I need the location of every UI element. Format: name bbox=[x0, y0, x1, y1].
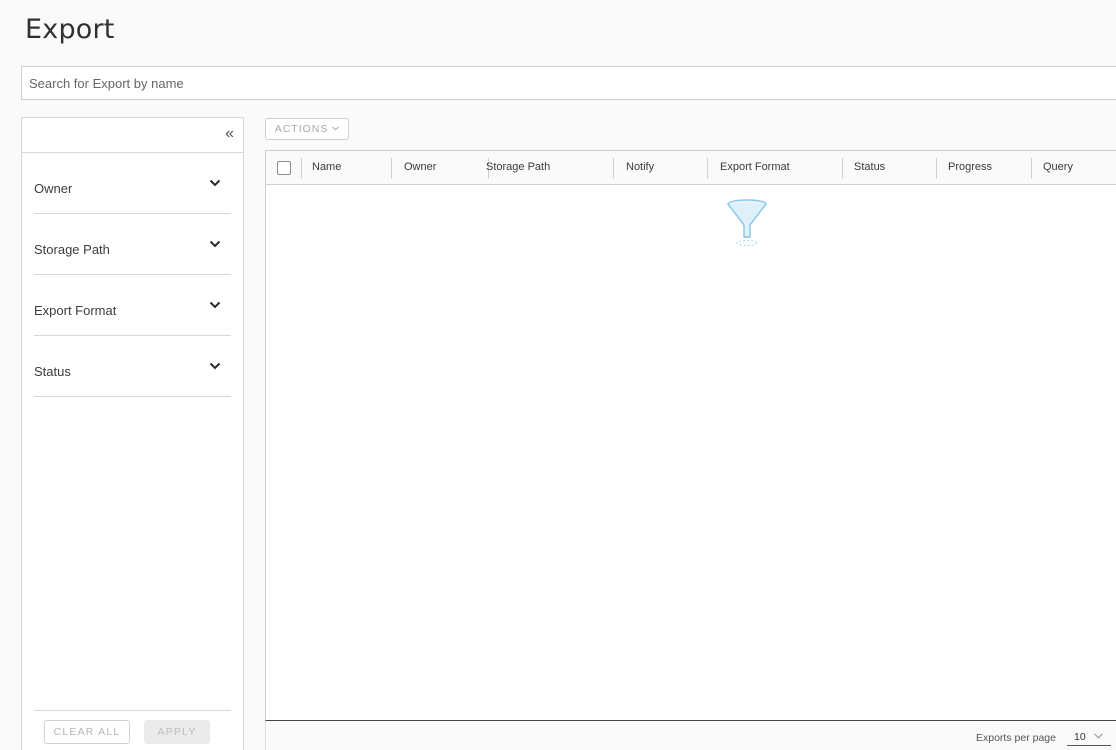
column-separator bbox=[1031, 158, 1032, 179]
column-header-owner[interactable]: Owner bbox=[394, 151, 436, 185]
per-page-value: 10 bbox=[1074, 731, 1086, 743]
column-header-name[interactable]: Name bbox=[302, 151, 341, 185]
column-separator bbox=[707, 158, 708, 179]
chevron-down-icon bbox=[209, 179, 221, 187]
grid-footer: Exports per page 10 bbox=[265, 721, 1116, 750]
per-page-select[interactable]: 10 bbox=[1067, 726, 1111, 746]
page-title: Export bbox=[25, 14, 115, 45]
clear-all-button[interactable]: CLEAR ALL bbox=[44, 720, 130, 744]
chevron-down-icon bbox=[1094, 733, 1103, 739]
column-separator bbox=[842, 158, 843, 179]
sidebar-footer: CLEAR ALL APPLY bbox=[34, 710, 231, 750]
column-header-notify[interactable]: Notify bbox=[616, 151, 654, 185]
filter-export-format[interactable]: Export Format bbox=[34, 275, 231, 336]
per-page-label: Exports per page bbox=[976, 732, 1056, 744]
chevron-down-icon bbox=[332, 126, 340, 131]
column-header-export-format[interactable]: Export Format bbox=[710, 151, 790, 185]
filter-label: Export Format bbox=[34, 303, 117, 318]
column-separator bbox=[613, 158, 614, 179]
chevron-down-icon bbox=[209, 362, 221, 370]
double-chevron-left-icon[interactable]: « bbox=[225, 126, 234, 142]
sidebar-header: « bbox=[22, 118, 243, 153]
column-header-storage-path[interactable]: Storage Path bbox=[476, 151, 550, 185]
apply-button[interactable]: APPLY bbox=[144, 720, 210, 744]
filter-storage-path[interactable]: Storage Path bbox=[34, 214, 231, 275]
grid-header: Name Owner Storage Path Notify Export Fo… bbox=[266, 151, 1116, 185]
filter-label: Status bbox=[34, 364, 71, 379]
exports-grid: Name Owner Storage Path Notify Export Fo… bbox=[265, 150, 1116, 721]
funnel-icon bbox=[727, 199, 767, 246]
search-input[interactable]: Search for Export by name bbox=[21, 66, 1116, 100]
filter-owner[interactable]: Owner bbox=[34, 153, 231, 214]
column-header-status[interactable]: Status bbox=[844, 151, 885, 185]
column-header-progress[interactable]: Progress bbox=[938, 151, 992, 185]
chevron-down-icon bbox=[209, 240, 221, 248]
select-all-checkbox[interactable] bbox=[277, 161, 291, 175]
filter-label: Owner bbox=[34, 181, 73, 196]
filter-label: Storage Path bbox=[34, 242, 110, 257]
filter-sidebar: « Owner Storage Path Export Format Statu… bbox=[21, 117, 244, 750]
actions-label: ACTIONS bbox=[274, 123, 329, 135]
column-separator bbox=[936, 158, 937, 179]
column-separator bbox=[391, 158, 392, 179]
column-header-query[interactable]: Query bbox=[1033, 151, 1073, 185]
filter-status[interactable]: Status bbox=[34, 336, 231, 397]
actions-button[interactable]: ACTIONS bbox=[265, 118, 349, 140]
chevron-down-icon bbox=[209, 301, 221, 309]
